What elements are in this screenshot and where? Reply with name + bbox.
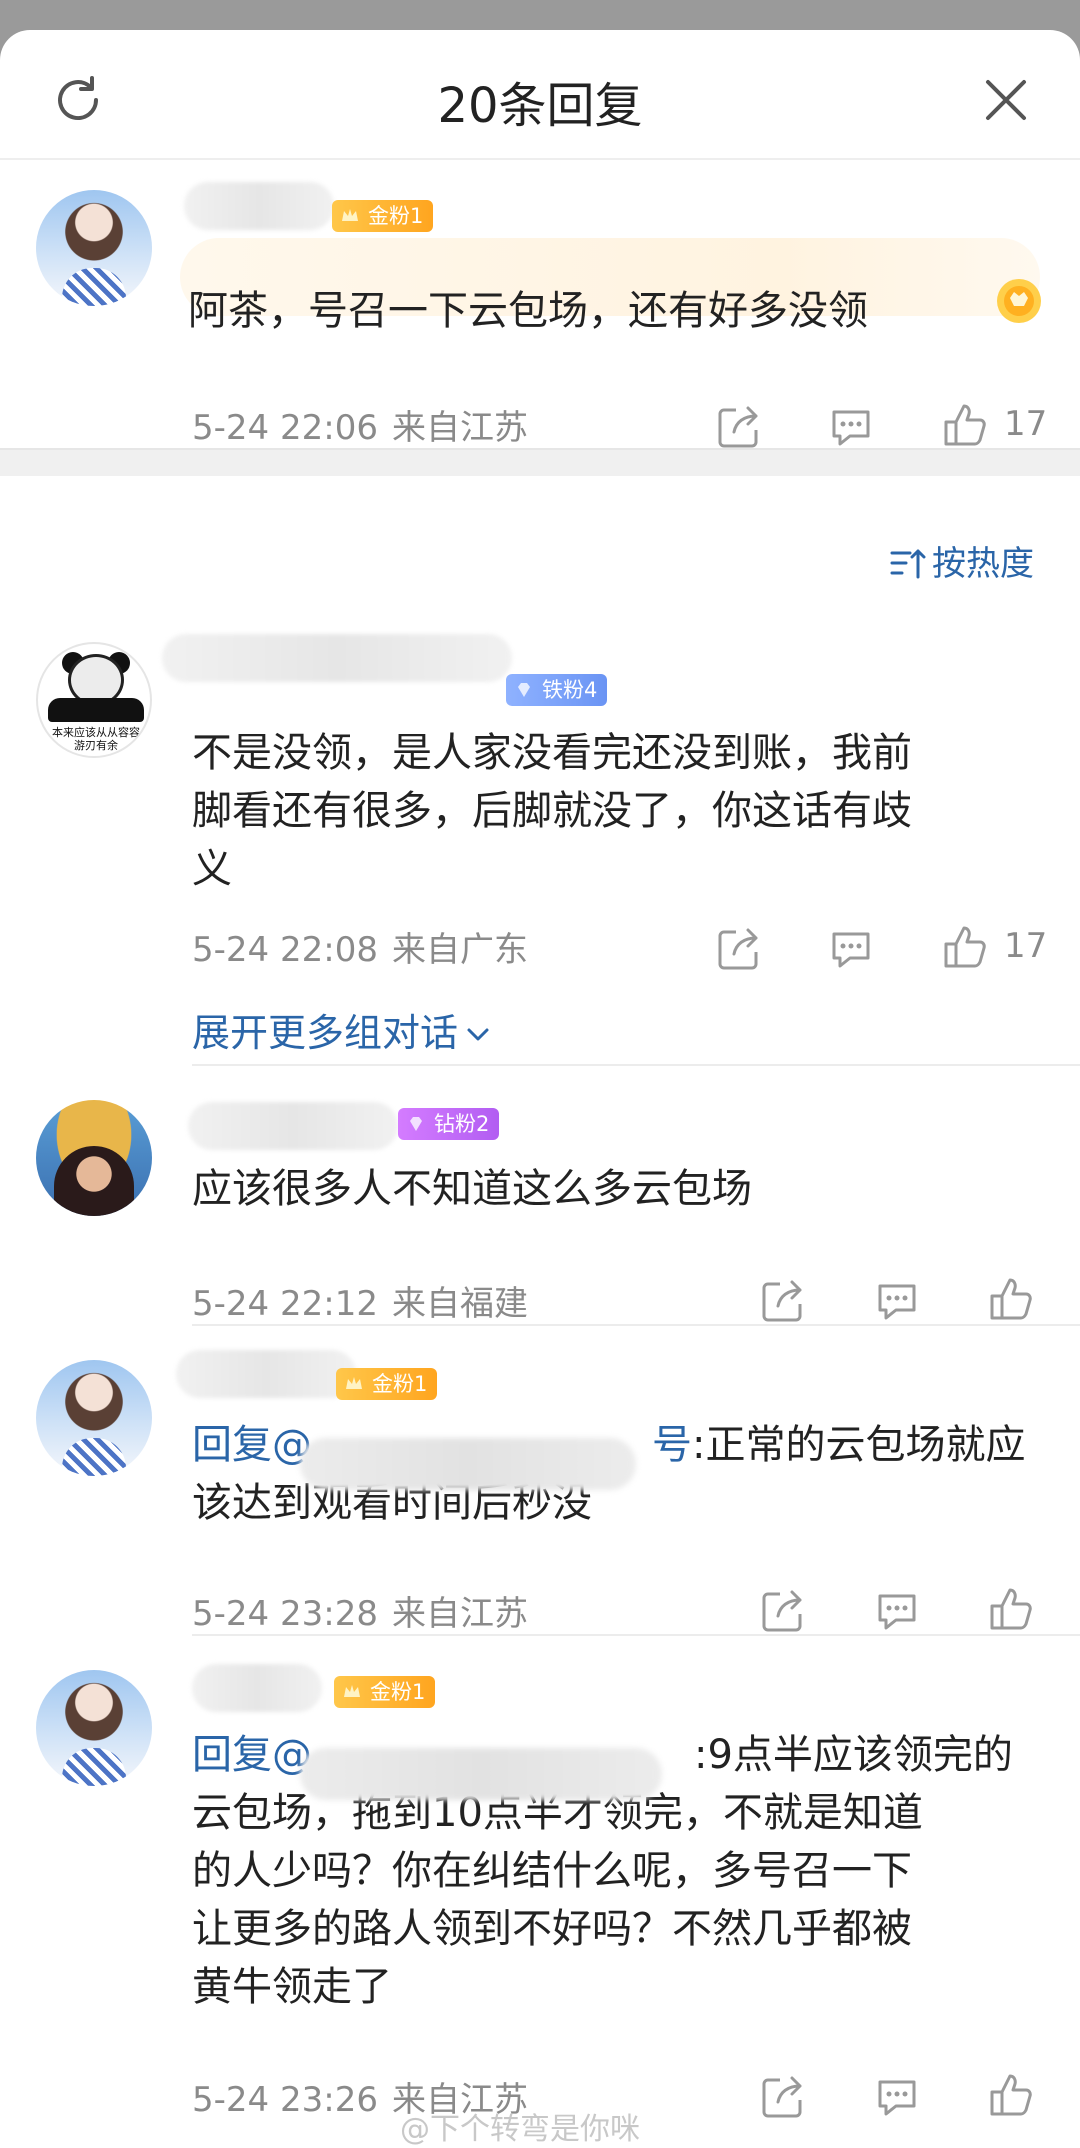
username-blurred[interactable]: [162, 634, 512, 682]
comment-location: 来自江苏: [391, 408, 528, 448]
fan-badge[interactable]: 铁粉4: [506, 674, 608, 706]
comment-time: 5-24 23:26: [192, 2080, 378, 2120]
badge-label: 金粉1: [370, 1680, 426, 1704]
comment-location: 来自广东: [391, 930, 528, 970]
comment-time: 5-24 23:28: [192, 1594, 378, 1634]
expand-more-link[interactable]: 展开更多组对话: [192, 1002, 492, 1057]
like-count: 17: [1004, 404, 1048, 444]
badge-label: 钻粉2: [434, 1112, 490, 1136]
share-icon[interactable]: [760, 1278, 806, 1324]
like-icon[interactable]: [942, 402, 988, 448]
username-blurred[interactable]: [184, 182, 334, 230]
comment-meta: 5-24 22:06 来自江苏: [192, 400, 528, 449]
avatar[interactable]: [36, 1670, 152, 1786]
avatar[interactable]: [36, 1360, 152, 1476]
avatar[interactable]: [36, 1100, 152, 1216]
badge-label: 金粉1: [368, 204, 424, 228]
comment-time: 5-24 22:12: [192, 1284, 378, 1324]
crown-icon: [344, 1685, 360, 1697]
crown-icon: [346, 1377, 362, 1389]
like-icon[interactable]: [988, 1276, 1034, 1322]
sort-icon: [890, 549, 926, 579]
reply-mention[interactable]: 回复@: [192, 1732, 312, 1778]
medal-icon: [997, 279, 1041, 323]
username-blurred[interactable]: [192, 1664, 322, 1712]
divider: [192, 1324, 1080, 1326]
comment-text: 不是没领，是人家没看完还没到账，我前 脚看还有很多，后脚就没了，你这话有歧义: [192, 730, 912, 892]
avatar[interactable]: [36, 190, 152, 306]
reply-mention[interactable]: 回复@: [192, 1422, 312, 1468]
comment-meta: 5-24 22:08 来自广东: [192, 922, 528, 971]
comment-location: 来自福建: [391, 1284, 528, 1324]
replies-sheet: 20条回复 金粉1 阿茶，号召一下云包场，还有好多没领 5-24 22:06 来自…: [0, 30, 1080, 2148]
share-icon[interactable]: [760, 2074, 806, 2120]
diamond-icon: [518, 683, 530, 697]
comment-meta: 5-24 23:28 来自江苏: [192, 1586, 528, 1635]
mention-blurred: [300, 1748, 662, 1800]
comment-time: 5-24 22:08: [192, 930, 378, 970]
reply-mention-tail[interactable]: 号: [652, 1422, 692, 1468]
badge-label: 铁粉4: [542, 678, 598, 702]
like-icon[interactable]: [988, 2072, 1034, 2118]
like-icon[interactable]: [942, 924, 988, 970]
section-gap: [0, 448, 1080, 476]
divider: [192, 1634, 1080, 1636]
like-icon[interactable]: [988, 1586, 1034, 1632]
avatar[interactable]: 本来应该从从容容 游刃有余: [36, 642, 152, 758]
fan-badge[interactable]: 金粉1: [334, 1676, 436, 1708]
comment-icon[interactable]: [874, 2074, 920, 2120]
like-count: 17: [1004, 926, 1048, 966]
sheet-title: 20条回复: [437, 78, 643, 134]
comment-icon[interactable]: [874, 1588, 920, 1634]
share-icon[interactable]: [716, 404, 762, 450]
fan-badge[interactable]: 金粉1: [332, 200, 434, 232]
comment-icon[interactable]: [828, 404, 874, 450]
sort-button[interactable]: 按热度: [890, 536, 1034, 585]
fan-badge[interactable]: 钻粉2: [398, 1108, 500, 1140]
expand-more-label: 展开更多组对话: [192, 1011, 459, 1055]
watermark: @下个转弯是你咪: [400, 2112, 640, 2147]
badge-label: 金粉1: [372, 1372, 428, 1396]
sort-label: 按热度: [932, 544, 1034, 584]
chevron-down-icon: [467, 1028, 489, 1041]
crown-icon: [342, 209, 358, 221]
close-icon[interactable]: [980, 74, 1032, 126]
comment-location: 来自江苏: [391, 1594, 528, 1634]
comment-icon[interactable]: [874, 1278, 920, 1324]
comment-text: 阿茶，号召一下云包场，还有好多没领: [188, 288, 868, 334]
share-icon[interactable]: [716, 926, 762, 972]
avatar-caption: 本来应该从从容容 游刃有余: [52, 726, 140, 752]
username-blurred[interactable]: [176, 1350, 356, 1398]
diamond-icon: [410, 1117, 422, 1131]
username-blurred[interactable]: [188, 1102, 398, 1150]
divider: [192, 1064, 1080, 1066]
comment-text: 应该很多人不知道这么多云包场: [192, 1166, 752, 1212]
comment-icon[interactable]: [828, 926, 874, 972]
comment-meta: 5-24 22:12 来自福建: [192, 1276, 528, 1325]
mention-blurred: [300, 1438, 636, 1490]
sheet-header: 20条回复: [0, 30, 1080, 160]
share-icon[interactable]: [760, 1588, 806, 1634]
fan-badge[interactable]: 金粉1: [336, 1368, 438, 1400]
comment-time: 5-24 22:06: [192, 408, 378, 448]
